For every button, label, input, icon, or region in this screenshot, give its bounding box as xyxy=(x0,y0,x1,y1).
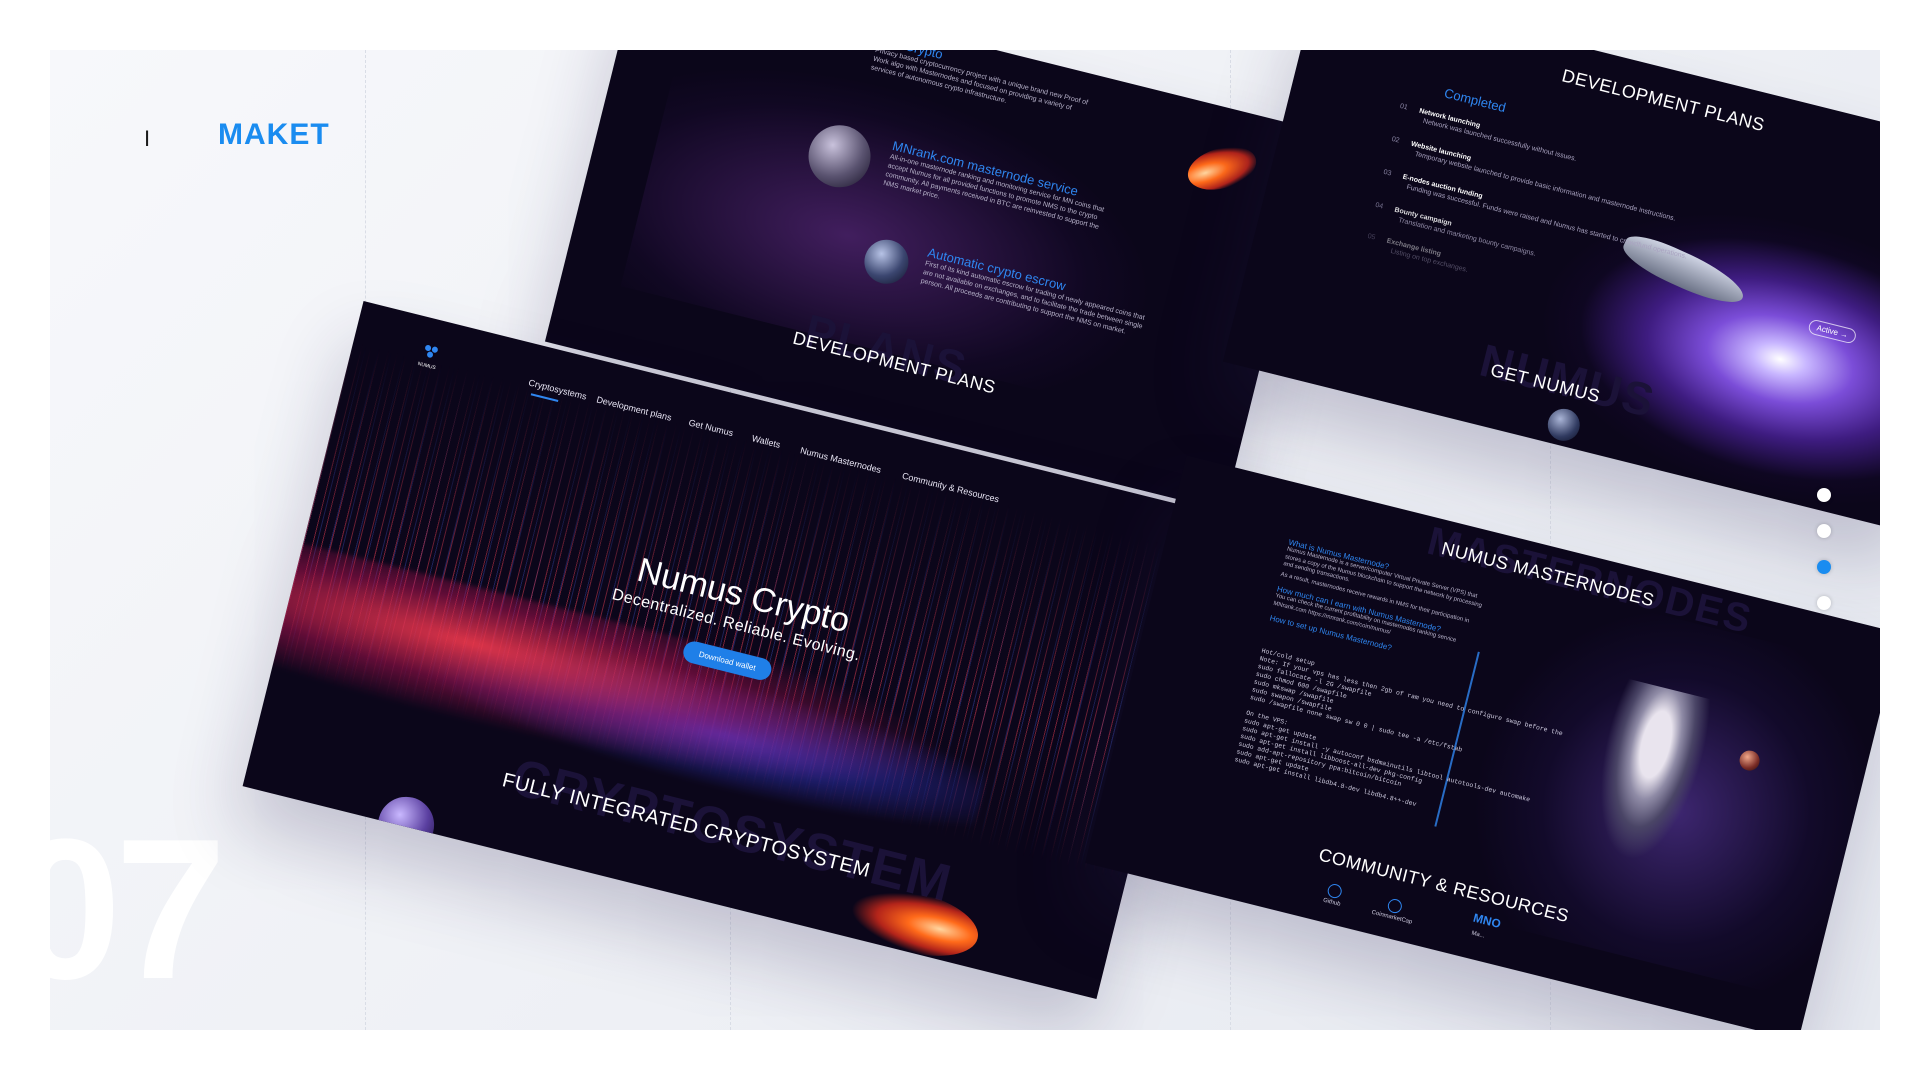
nav-item-cryptosystems[interactable]: Cryptosystems xyxy=(528,378,588,402)
header-separator: I xyxy=(144,126,151,151)
github-icon xyxy=(1326,882,1344,900)
page-title: MAKET xyxy=(218,118,330,151)
pager-dot-3[interactable] xyxy=(1817,560,1831,574)
step-number: 04 xyxy=(1374,201,1384,211)
nav-item-get-numus[interactable]: Get Numus xyxy=(688,417,735,438)
footer-link-label[interactable]: Ma... xyxy=(1471,931,1485,940)
section-title: DEVELOPMENT PLANS xyxy=(1559,65,1767,136)
github-link[interactable]: Github xyxy=(1322,882,1344,908)
screen-masternodes: MASTERNODES NUMUS MASTERNODES What is Nu… xyxy=(1085,455,1880,1030)
planet-icon xyxy=(372,790,441,859)
pager-dot-2[interactable] xyxy=(1817,524,1831,538)
slide-number: 07 xyxy=(50,798,226,1021)
completed-label: Completed xyxy=(1442,85,1508,116)
step-number: 03 xyxy=(1382,168,1392,178)
screen-development-timeline: DEVELOPMENT PLANS Completed 01Network la… xyxy=(1222,50,1880,531)
numus-logo-icon[interactable]: NUMUS xyxy=(411,337,447,373)
comet-icon xyxy=(1182,139,1262,198)
logo-text: NUMUS xyxy=(417,361,437,371)
coinmarketcap-icon xyxy=(1386,897,1404,915)
pager-dot-4[interactable] xyxy=(1817,596,1831,610)
coinmarketcap-link[interactable]: CoinmarketCap xyxy=(1371,894,1417,926)
nav-item-wallets[interactable]: Wallets xyxy=(751,433,782,450)
step-number: 01 xyxy=(1399,102,1409,112)
step-number: 05 xyxy=(1366,232,1376,242)
footer-link-label: Github xyxy=(1322,897,1341,908)
presentation-canvas: I MAKET 07 ...us Crypto Privacy based cr… xyxy=(50,50,1880,1030)
pager-dot-1[interactable] xyxy=(1817,488,1831,502)
timeline-step: 05Exchange listing Listing on top exchan… xyxy=(1365,233,1471,274)
step-number: 02 xyxy=(1390,135,1401,145)
